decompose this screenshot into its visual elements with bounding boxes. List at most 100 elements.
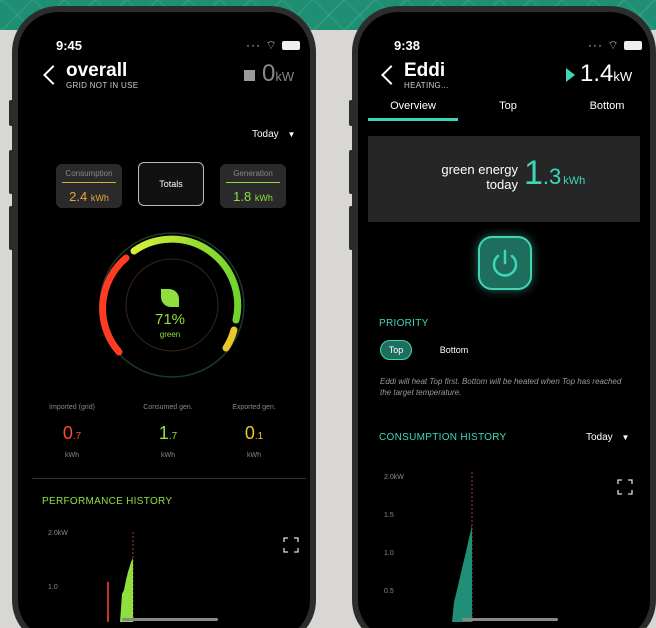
stat-dec: .7 [168,431,178,442]
consumption-chart [452,472,473,622]
priority-option-top[interactable]: Top [380,340,412,360]
leaf-icon [161,289,179,307]
tab-overview[interactable]: Overview [368,100,458,112]
gauge-import-arc [99,254,130,356]
consumption-value: 2.4 [69,189,88,204]
power-unit: kW [613,69,633,84]
back-button[interactable] [43,65,63,85]
tab-label: Top [499,100,517,112]
page-title: overall [66,60,128,81]
left-screen: 9:45 ··· ⌔ overall GRID NOT IN USE 0kW T… [18,12,310,628]
option-label: Top [388,345,404,355]
performance-chart [107,532,134,622]
gauge-export-arc [222,326,238,352]
tab-generation-label: Generation [233,169,273,178]
power-unit: kW [275,69,295,84]
tab-bottom[interactable]: Bottom [562,100,650,112]
y-tick-label: 1.0 [48,584,58,591]
side-button [9,100,13,126]
y-tick-label: 1.5 [384,512,394,519]
stat-consumed-gen: Consumed gen. 1.7 kWh [128,404,208,459]
stat-imported: Imported (grid) 0.7 kWh [32,404,112,459]
power-button[interactable] [478,236,532,290]
battery-icon [281,41,300,51]
value-int: 1 [524,154,543,192]
gauge-green-arc [130,235,242,324]
gauge-caption: green [159,330,181,339]
tab-active-underline [368,118,458,121]
generation-unit: kWh [254,193,273,203]
status-icons: ··· ⌔ [588,38,642,53]
performance-history-title: PERFORMANCE HISTORY [42,496,173,507]
tab-consumption[interactable]: Consumption 2.4 kWh [56,164,122,208]
label-line1: green energy [441,162,518,177]
value-unit: kWh [563,175,586,187]
tab-totals[interactable]: Totals [138,162,204,206]
priority-option-bottom[interactable]: Bottom [434,340,474,360]
side-button [9,150,13,194]
power-readout: 0kW [262,60,294,88]
tab-generation[interactable]: Generation 1.8 kWh [220,164,286,208]
label-line2: today [486,177,518,192]
history-period-dropdown[interactable]: Today ▼ [586,432,629,443]
right-phone: 9:38 ··· ⌔ Eddi HEATING... 1.4kW Overvie… [352,6,656,628]
divider [62,182,116,183]
left-phone: 9:45 ··· ⌔ overall GRID NOT IN USE 0kW T… [12,6,316,628]
stat-unit: kWh [247,452,261,459]
tab-top[interactable]: Top [470,100,546,112]
generation-value: 1.8 [233,189,252,204]
consumption-unit: kWh [90,193,109,203]
green-energy-label: green energy today [398,162,518,192]
stat-unit: kWh [161,452,175,459]
period-label: Today [586,432,613,443]
tab-generation-value: 1.8 kWh [220,189,286,204]
play-icon [566,68,575,82]
stat-label: Imported (grid) [49,404,95,411]
status-time: 9:38 [394,38,421,53]
period-label: Today [252,129,279,140]
expand-icon[interactable] [282,536,300,554]
priority-note: Eddi will heat Top first. Bottom will be… [380,377,622,397]
back-button[interactable] [381,65,401,85]
expand-icon[interactable] [616,478,634,496]
caret-down-icon: ▼ [287,130,296,139]
stat-int: 1 [158,423,169,443]
caret-down-icon: ▼ [621,433,630,442]
consumption-history-title: CONSUMPTION HISTORY [379,432,507,443]
tab-consumption-value: 2.4 kWh [56,189,122,204]
battery-icon [623,41,642,51]
stat-dec: .7 [72,431,82,442]
power-value: 0 [262,60,276,87]
home-indicator [122,618,218,621]
gauge-percent: 71% [154,311,186,328]
divider [32,478,306,479]
stat-unit: kWh [65,452,79,459]
stat-exported-gen: Exported gen. 0.1 kWh [214,404,294,459]
tab-totals-label: Totals [159,179,183,189]
y-tick-label: 1.0 [384,550,394,557]
stat-int: 0 [62,423,73,443]
wifi-icon: ⌔ [265,38,278,52]
status-icons: ··· ⌔ [246,38,300,53]
right-screen: 9:38 ··· ⌔ Eddi HEATING... 1.4kW Overvie… [358,12,650,628]
stat-label: Exported gen. [232,404,276,411]
side-button [349,206,353,250]
stat-label: Consumed gen. [143,404,193,411]
side-button [9,206,13,250]
generation-area [120,558,133,622]
page-subtitle: GRID NOT IN USE [66,81,139,90]
page-title: Eddi [404,60,446,81]
power-readout: 1.4kW [580,60,632,88]
divider [226,182,280,183]
period-dropdown[interactable]: Today ▼ [252,129,295,140]
priority-title: PRIORITY [379,318,429,329]
stat-int: 0 [244,423,255,443]
page-subtitle: HEATING... [404,81,449,90]
tab-consumption-label: Consumption [65,169,113,178]
consumption-area [452,524,472,622]
stat-value: 0.7 [32,423,112,444]
status-time: 9:45 [56,38,83,53]
tab-label: Overview [390,100,436,112]
green-energy-card: green energy today 1.3 kWh [368,136,640,222]
tab-label: Bottom [589,100,625,112]
